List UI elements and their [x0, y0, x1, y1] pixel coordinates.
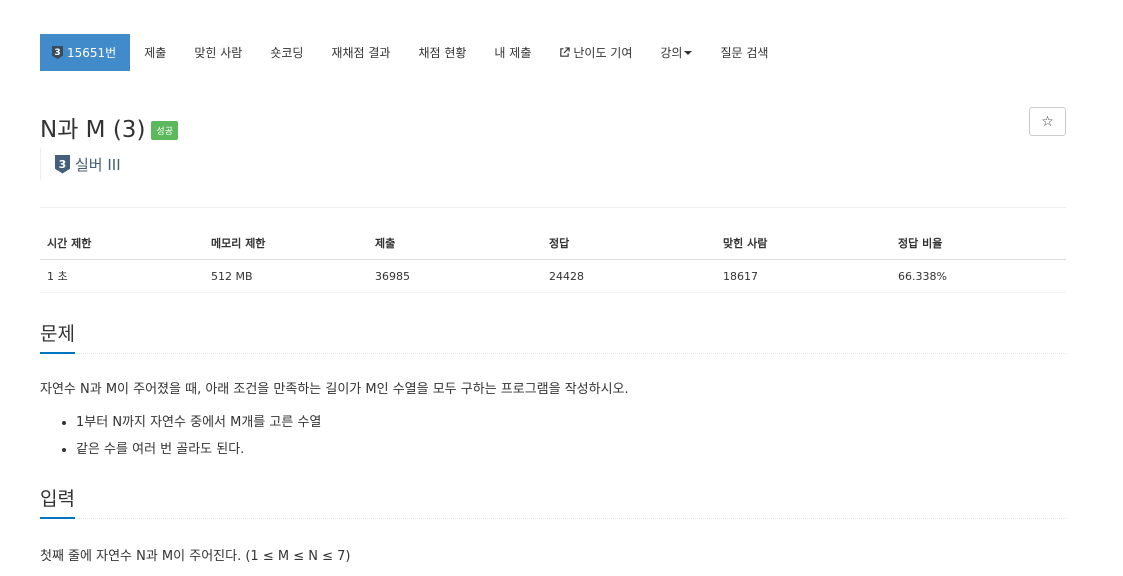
nav-short-coding-label: 숏코딩 [270, 46, 304, 60]
external-link-icon [560, 47, 571, 57]
header-submissions: 제출 [368, 227, 542, 260]
memory-limit-value: 512 MB [204, 259, 368, 293]
header-memory-limit: 메모리 제한 [204, 227, 368, 260]
time-limit-value: 1 초 [40, 259, 204, 293]
nav-problem-number[interactable]: 3 15651번 [40, 34, 131, 71]
nav-solvers[interactable]: 맞힌 사람 [180, 34, 256, 71]
divider [40, 207, 1066, 208]
table-header-row: 시간 제한 메모리 제한 제출 정답 맞힌 사람 정답 비율 [40, 227, 1066, 260]
header-time-limit: 시간 제한 [40, 227, 204, 260]
accept-ratio-value: 66.338% [891, 259, 1066, 293]
section-divider [40, 353, 1066, 354]
problem-title: N과 M (3) [40, 117, 146, 143]
nav-lectures-label: 강의 [660, 46, 683, 60]
problem-section-title: 문제 [40, 319, 75, 354]
nav-status[interactable]: 채점 현황 [404, 34, 480, 71]
silver-tier-icon: 3 [55, 154, 70, 174]
header-accept-ratio: 정답 비율 [891, 227, 1066, 260]
nav-difficulty-contribution-label: 난이도 기여 [573, 46, 633, 60]
nav-rejudge-result[interactable]: 재채점 결과 [317, 34, 404, 71]
nav-lectures-dropdown[interactable]: 강의 [646, 34, 706, 71]
nav-solvers-label: 맞힌 사람 [194, 46, 243, 60]
submissions-value: 36985 [368, 259, 542, 293]
input-description: 첫째 줄에 자연수 N과 M이 주어진다. (1 ≤ M ≤ N ≤ 7) [40, 549, 351, 564]
header-accepted: 정답 [542, 227, 716, 260]
tier-label: 실버 III [75, 155, 121, 174]
nav-short-coding[interactable]: 숏코딩 [256, 34, 317, 71]
header-solvers: 맞힌 사람 [716, 227, 891, 260]
table-row: 1 초 512 MB 36985 24428 18617 66.338% [40, 259, 1066, 293]
problem-title-row: N과 M (3) 성공 [40, 110, 178, 144]
solvers-value: 18617 [716, 259, 891, 293]
nav-my-submissions-label: 내 제출 [494, 46, 532, 60]
problem-menu: 3 15651번 제출 맞힌 사람 숏코딩 재채점 결과 채점 현황 내 제출 … [40, 34, 782, 71]
nav-rejudge-result-label: 재채점 결과 [331, 46, 391, 60]
nav-question-search[interactable]: 질문 검색 [706, 34, 782, 71]
problem-number-label: 15651번 [67, 46, 117, 60]
problem-tier: 3 실버 III [40, 148, 121, 180]
problem-info-table: 시간 제한 메모리 제한 제출 정답 맞힌 사람 정답 비율 1 초 512 M… [40, 227, 1066, 293]
input-section-header: 입력 [40, 484, 1066, 519]
list-item: 1부터 N까지 자연수 중에서 M개를 고른 수열 [76, 413, 321, 440]
nav-my-submissions[interactable]: 내 제출 [480, 34, 545, 71]
list-item: 같은 수를 여러 번 골라도 된다. [76, 440, 321, 467]
tier-icon: 3 [52, 46, 63, 59]
star-button[interactable]: ☆ [1029, 107, 1066, 136]
star-icon: ☆ [1041, 113, 1054, 130]
nav-question-search-label: 질문 검색 [720, 46, 769, 60]
nav-difficulty-contribution[interactable]: 난이도 기여 [545, 34, 646, 71]
problem-description: 자연수 N과 M이 주어졌을 때, 아래 조건을 만족하는 길이가 M인 수열을… [40, 382, 629, 397]
success-badge: 성공 [151, 120, 178, 140]
nav-submit[interactable]: 제출 [130, 34, 180, 71]
caret-down-icon [684, 51, 693, 55]
accepted-value: 24428 [542, 259, 716, 293]
condition-list: 1부터 N까지 자연수 중에서 M개를 고른 수열 같은 수를 여러 번 골라도… [62, 413, 321, 467]
input-section-title: 입력 [40, 484, 75, 519]
problem-section-header: 문제 [40, 319, 1066, 354]
nav-submit-label: 제출 [144, 46, 167, 60]
nav-status-label: 채점 현황 [418, 46, 467, 60]
section-divider [40, 518, 1066, 519]
